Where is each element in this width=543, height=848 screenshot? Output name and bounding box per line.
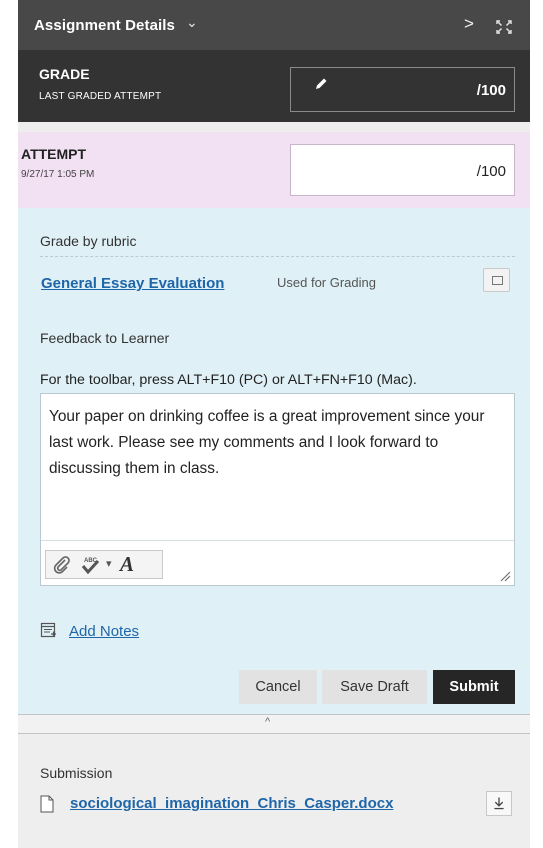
- download-icon: [494, 797, 504, 810]
- grade-sublabel: LAST GRADED ATTEMPT: [39, 91, 162, 102]
- attempt-max: /100: [476, 163, 506, 180]
- title-chevron-down-icon[interactable]: ⌄: [186, 14, 198, 31]
- caret-up-icon: ^: [265, 716, 271, 728]
- save-draft-button[interactable]: Save Draft: [322, 670, 427, 704]
- open-rubric-button[interactable]: [483, 268, 510, 292]
- attempt-label: ATTEMPT: [21, 146, 87, 162]
- notes-icon: [40, 622, 56, 638]
- download-button[interactable]: [486, 791, 512, 816]
- feedback-text[interactable]: Your paper on drinking coffee is a great…: [49, 404, 509, 482]
- rubric-usage: Used for Grading: [277, 275, 376, 290]
- window-icon: [492, 276, 503, 285]
- spellcheck-icon[interactable]: ABC: [79, 555, 101, 575]
- editor-toolbar: ABC ▾ A: [41, 540, 514, 585]
- font-style-button[interactable]: A: [120, 552, 134, 577]
- collapse-toggle[interactable]: ^: [18, 714, 530, 734]
- grade-label: GRADE: [39, 66, 90, 82]
- grade-max: /100: [476, 82, 506, 99]
- feedback-label: Feedback to Learner: [40, 330, 170, 346]
- resize-handle-icon[interactable]: [500, 571, 511, 582]
- add-notes-link[interactable]: Add Notes: [69, 623, 139, 640]
- panel-header: Assignment Details ⌄ >: [18, 0, 530, 50]
- toolbar-hint: For the toolbar, press ALT+F10 (PC) or A…: [40, 372, 417, 388]
- attempt-grade-input[interactable]: /100: [290, 144, 515, 196]
- document-icon: [40, 795, 54, 813]
- toolbar-group: ABC ▾ A: [45, 550, 163, 579]
- divider: [40, 256, 515, 257]
- attempt-section: ATTEMPT 9/27/17 1:05 PM /100: [18, 132, 530, 208]
- submission-file-link[interactable]: sociological_imagination_Chris_Casper.do…: [70, 795, 393, 812]
- panel-title[interactable]: Assignment Details: [34, 17, 175, 34]
- spellcheck-dropdown-icon[interactable]: ▾: [106, 557, 112, 570]
- attempt-date: 9/27/17 1:05 PM: [21, 169, 95, 180]
- grading-area: Grade by rubric General Essay Evaluation…: [18, 208, 530, 714]
- rubric-link[interactable]: General Essay Evaluation: [41, 275, 224, 292]
- submit-button[interactable]: Submit: [433, 670, 515, 704]
- grade-field[interactable]: /100: [290, 67, 515, 112]
- assignment-panel: Assignment Details ⌄ > GRADE LAST GRADED…: [18, 0, 530, 848]
- cancel-button[interactable]: Cancel: [239, 670, 317, 704]
- paperclip-icon[interactable]: [52, 556, 72, 574]
- rubric-label: Grade by rubric: [40, 233, 137, 249]
- expand-icon[interactable]: [495, 19, 513, 35]
- submission-label: Submission: [40, 765, 113, 781]
- grade-section: GRADE LAST GRADED ATTEMPT /100: [18, 50, 530, 122]
- pencil-icon[interactable]: [313, 76, 329, 92]
- next-button[interactable]: >: [464, 14, 474, 34]
- feedback-editor[interactable]: Your paper on drinking coffee is a great…: [40, 393, 515, 586]
